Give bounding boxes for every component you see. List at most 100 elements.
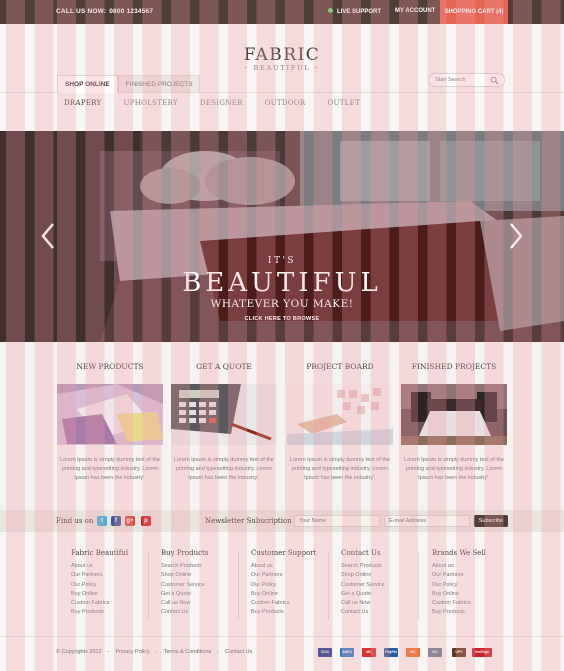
nav-drapery[interactable]: DRAPERY bbox=[64, 99, 102, 107]
nav-outdoor[interactable]: OUTDOOR bbox=[265, 99, 306, 107]
phone-number[interactable]: 0800 1234567 bbox=[109, 8, 153, 15]
footer-link[interactable]: About us bbox=[71, 562, 151, 571]
hero-bedroom-image bbox=[0, 131, 564, 342]
footer-link[interactable]: Buy Products bbox=[71, 608, 151, 617]
feature-finished-projects[interactable]: FINISHED PROJECTS Lorem Ipsum is simply … bbox=[401, 342, 507, 483]
feature-title[interactable]: GET A QUOTE bbox=[171, 362, 277, 372]
tab-finished-projects[interactable]: FINISHED PROJECTS bbox=[117, 75, 201, 93]
feature-project-board[interactable]: PROJECT BOARD Lorem Ipsum is simply dumm… bbox=[287, 342, 393, 483]
footer-link[interactable]: Customer Service bbox=[161, 581, 241, 590]
footer-heading: Fabric Beautiful bbox=[71, 549, 129, 557]
calculator-image[interactable] bbox=[171, 384, 277, 445]
live-support-link[interactable]: LIVE SUPPORT bbox=[328, 8, 381, 15]
facebook-icon[interactable]: f bbox=[111, 516, 121, 526]
footer-column-contact-us: Contact Us Search Products Shop Online C… bbox=[341, 549, 421, 618]
feature-new-products[interactable]: NEW PRODUCTS Lorem Ipsum is simply dummy… bbox=[57, 342, 163, 483]
footer-divider bbox=[238, 551, 239, 619]
footer-link[interactable]: Our Policy bbox=[251, 581, 331, 590]
features-section: NEW PRODUCTS Lorem Ipsum is simply dummy… bbox=[0, 342, 564, 510]
shopping-cart-button[interactable]: SHOPPING CART (4) bbox=[440, 0, 508, 24]
footer-link[interactable]: Custom Fabrics bbox=[71, 599, 151, 608]
feature-title[interactable]: PROJECT BOARD bbox=[287, 362, 393, 372]
my-account-link[interactable]: MY ACCOUNT bbox=[395, 8, 435, 14]
footer-link[interactable]: Shop Online bbox=[341, 571, 421, 580]
footer-link[interactable]: Contact Us bbox=[161, 608, 241, 617]
newsletter-label: Newsletter Subscription bbox=[205, 517, 292, 525]
footer-divider bbox=[148, 551, 149, 619]
feature-get-a-quote[interactable]: GET A QUOTE Lorem Ipsum is simply dummy … bbox=[171, 342, 277, 483]
call-us: CALL US NOW: 0800 1234567 bbox=[56, 8, 153, 15]
footer-link[interactable]: Our Policy bbox=[432, 581, 512, 590]
pinterest-icon[interactable]: p bbox=[141, 516, 151, 526]
footer-heading: Buy Products bbox=[161, 549, 209, 557]
email-input[interactable] bbox=[384, 515, 470, 527]
name-input[interactable] bbox=[294, 515, 380, 527]
next-slide-icon[interactable] bbox=[508, 221, 524, 251]
footer-link[interactable]: Get a Quote bbox=[341, 590, 421, 599]
footer-link[interactable]: Buy Online bbox=[71, 590, 151, 599]
touch-screen-image[interactable] bbox=[287, 384, 393, 445]
nav-upholstery[interactable]: UPHOLSTERY bbox=[124, 99, 178, 107]
top-bar: CALL US NOW: 0800 1234567 LIVE SUPPORT MY… bbox=[0, 0, 564, 24]
footer-link[interactable]: Customer Service bbox=[341, 581, 421, 590]
footer-link[interactable]: Buy Products bbox=[432, 608, 512, 617]
feature-title[interactable]: FINISHED PROJECTS bbox=[401, 362, 507, 372]
footer-link[interactable]: Call us Now bbox=[341, 599, 421, 608]
footer-link[interactable]: About us bbox=[251, 562, 331, 571]
ups-icon: UPS bbox=[452, 648, 466, 657]
category-nav: DRAPERY UPHOLSTERY DESIGNER OUTDOOR OUTL… bbox=[64, 99, 382, 107]
tab-shop-online[interactable]: SHOP ONLINE bbox=[57, 75, 118, 93]
privacy-policy-link[interactable]: Privacy Policy bbox=[115, 649, 149, 655]
hero-subheadline: WHATEVER YOU MAKE! bbox=[210, 298, 354, 310]
footer-divider bbox=[418, 551, 419, 619]
twitter-icon[interactable]: t bbox=[97, 516, 107, 526]
paypal-icon: PayPal bbox=[384, 648, 398, 657]
social-bar: Find us on t f g+ p Newsletter Subscript… bbox=[0, 510, 564, 532]
footer-link[interactable]: Custom Fabrics bbox=[251, 599, 331, 608]
footer-link[interactable]: Custom Fabrics bbox=[432, 599, 512, 608]
search-input[interactable]: Start Search bbox=[435, 77, 466, 83]
footer-link[interactable]: Search Products bbox=[341, 562, 421, 571]
copyright-text: © Copyrights 2012 bbox=[56, 649, 102, 655]
header: FABRIC • BEAUTIFUL • SHOP ONLINE FINISHE… bbox=[0, 24, 564, 131]
google-plus-icon[interactable]: g+ bbox=[125, 516, 135, 526]
bedroom-image[interactable] bbox=[401, 384, 507, 445]
footer-link[interactable]: Buy Products bbox=[251, 608, 331, 617]
nav-designer[interactable]: DESIGNER bbox=[200, 99, 243, 107]
footer-divider bbox=[328, 551, 329, 619]
find-us-label: Find us on bbox=[56, 517, 94, 525]
footer-link[interactable]: Search Products bbox=[161, 562, 241, 571]
terms-link[interactable]: Terms & Conditions bbox=[164, 649, 212, 655]
copyright-row: © Copyrights 2012- Privacy Policy - Terms &… bbox=[56, 649, 253, 655]
footer-link[interactable]: Buy Online bbox=[251, 590, 331, 599]
nav-outlet[interactable]: OUTLET bbox=[327, 99, 360, 107]
feature-title[interactable]: NEW PRODUCTS bbox=[57, 362, 163, 372]
feature-text: Lorem Ipsum is simply dummy text of the … bbox=[60, 457, 160, 481]
footer-link[interactable]: Our Policy bbox=[71, 581, 151, 590]
prev-slide-icon[interactable] bbox=[40, 221, 56, 251]
footer-link[interactable]: Our Partners bbox=[432, 571, 512, 580]
logo-name[interactable]: FABRIC bbox=[0, 45, 564, 65]
feature-text: Lorem Ipsum is simply dummy text of the … bbox=[290, 457, 390, 481]
footer-link[interactable]: Buy Online bbox=[432, 590, 512, 599]
footer-link[interactable]: Contact Us bbox=[341, 608, 421, 617]
bottom-bar: © Copyrights 2012- Privacy Policy - Terms &… bbox=[0, 636, 564, 671]
footer: Fabric Beautiful About us Our Partners O… bbox=[0, 532, 564, 636]
footer-link[interactable]: Shop Online bbox=[161, 571, 241, 580]
footer-link[interactable]: Get a Quote bbox=[161, 590, 241, 599]
search-box[interactable]: Start Search bbox=[428, 73, 505, 87]
hero-banner[interactable]: IT'S BEAUTIFUL WHATEVER YOU MAKE! CLICK … bbox=[0, 131, 564, 342]
footer-link[interactable]: Our Partners bbox=[251, 571, 331, 580]
subscribe-button[interactable]: Subscribe bbox=[474, 515, 508, 527]
contact-us-link[interactable]: Contact Us bbox=[225, 649, 252, 655]
footer-heading: Contact Us bbox=[341, 549, 381, 557]
footer-link[interactable]: Call us Now bbox=[161, 599, 241, 608]
verisign-icon: VeriSign bbox=[472, 648, 492, 657]
search-icon[interactable] bbox=[490, 76, 499, 85]
online-status-icon bbox=[328, 8, 333, 13]
footer-link[interactable]: About us bbox=[432, 562, 512, 571]
browse-link[interactable]: CLICK HERE TO BROWSE bbox=[0, 316, 564, 322]
logo-tagline: • BEAUTIFUL • bbox=[243, 64, 321, 72]
footer-link[interactable]: Our Partners bbox=[71, 571, 151, 580]
fabric-swatches-image[interactable] bbox=[57, 384, 163, 445]
